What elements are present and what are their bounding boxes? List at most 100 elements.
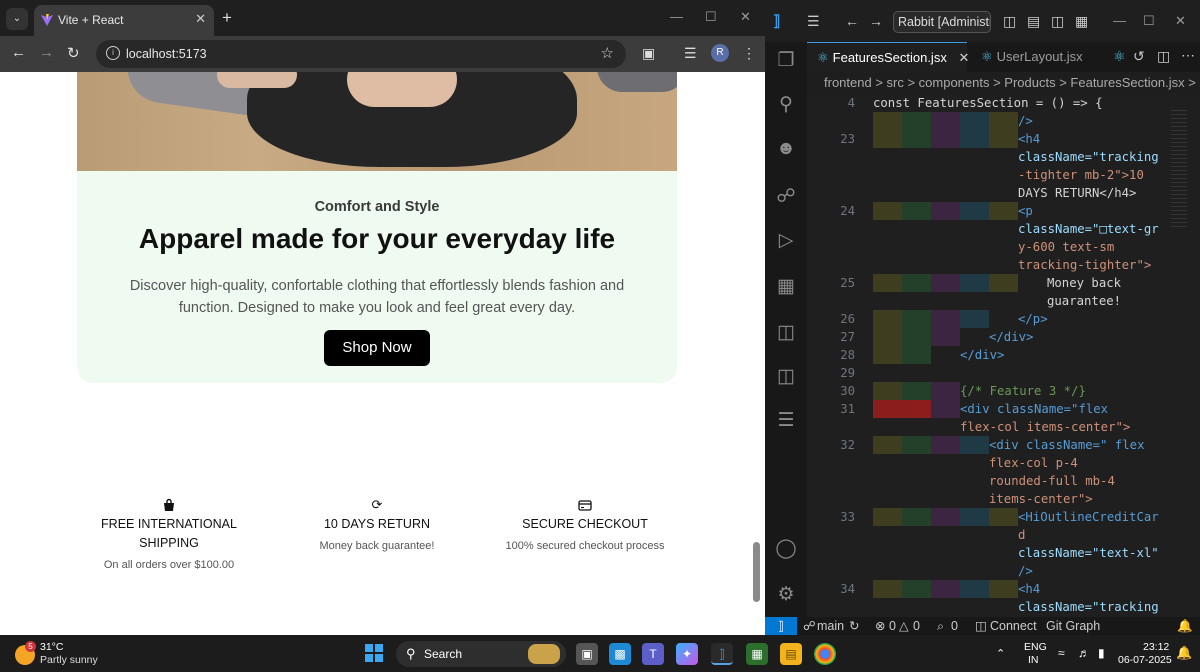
new-tab-icon[interactable]: +	[222, 8, 232, 28]
code-line[interactable]: tracking-tighter">	[807, 256, 1200, 274]
copilot-icon[interactable]: ✦	[676, 643, 698, 665]
close-window-icon[interactable]: ✕	[1175, 13, 1186, 29]
customize-layout-icon[interactable]: ▦	[1075, 13, 1088, 30]
forward-icon[interactable]: →	[869, 13, 883, 29]
shop-now-button[interactable]: Shop Now	[324, 330, 430, 366]
browser-tab[interactable]: Vite + React ✕	[34, 5, 214, 36]
code-line[interactable]: items-center">	[807, 490, 1200, 508]
database-icon[interactable]: ◫	[773, 320, 799, 346]
code-editor[interactable]: 4 const FeaturesSection = () => { /> 23 <h…	[807, 94, 1200, 617]
clock-time[interactable]: 23:12	[1143, 641, 1169, 653]
branch-name[interactable]: main	[817, 617, 844, 635]
weather-text[interactable]: Partly sunny	[40, 654, 98, 666]
desktop-icon[interactable]: ▩	[609, 643, 631, 665]
code-line[interactable]: className="tracking	[807, 598, 1200, 616]
language[interactable]: ENG	[1024, 641, 1047, 653]
url-text[interactable]: localhost:5173	[126, 47, 207, 61]
volume-icon[interactable]: ♬	[1078, 646, 1090, 660]
warning-count[interactable]: 0	[913, 617, 920, 635]
settings-gear-icon[interactable]: ⚙	[773, 582, 799, 608]
bookmark-star-icon[interactable]: ☆	[601, 44, 614, 62]
reload-icon[interactable]: ↻	[67, 44, 80, 62]
code-line[interactable]: 23 <h4	[807, 130, 1200, 148]
hamburger-menu-icon[interactable]: ☰	[807, 13, 820, 30]
code-line[interactable]: 32 <div className=" flex	[807, 436, 1200, 454]
code-line[interactable]: flex-col p-4	[807, 454, 1200, 472]
ports-count[interactable]: 0	[951, 617, 958, 635]
notifications-icon[interactable]: 🔔	[1176, 645, 1192, 661]
close-window-icon[interactable]: ✕	[740, 9, 751, 25]
region[interactable]: IN	[1028, 654, 1039, 666]
code-line[interactable]: y-600 text-sm	[807, 238, 1200, 256]
code-line[interactable]: 28 </div>	[807, 346, 1200, 364]
connect-button[interactable]: Connect	[990, 617, 1037, 635]
layers-icon[interactable]: ☰	[773, 408, 799, 434]
account-icon[interactable]: ◯	[773, 536, 799, 562]
code-line[interactable]: className="tracking	[807, 148, 1200, 166]
profile-avatar[interactable]: R	[711, 44, 729, 62]
toggle-sidebar-icon[interactable]: ◫	[1003, 13, 1016, 30]
command-center[interactable]: Rabbit [Administra	[893, 11, 991, 33]
battery-icon[interactable]: ▮	[1098, 646, 1105, 660]
copilot-icon[interactable]: ☻	[773, 136, 799, 162]
extensions-icon[interactable]: ▦	[773, 274, 799, 300]
code-line[interactable]: rounded-full mb-4	[807, 472, 1200, 490]
code-line[interactable]: 34 <h4	[807, 580, 1200, 598]
page-scrollbar[interactable]	[753, 542, 760, 602]
maximize-icon[interactable]: ☐	[705, 9, 717, 25]
tab-search-icon[interactable]: ⌄	[6, 8, 28, 30]
code-line[interactable]: flex-col items-center">	[807, 418, 1200, 436]
close-tab-icon[interactable]: ✕	[195, 11, 206, 27]
tray-overflow-icon[interactable]: ⌃	[996, 647, 1005, 660]
start-icon[interactable]	[365, 644, 383, 662]
code-line[interactable]: guarantee!	[807, 292, 1200, 310]
git-graph-button[interactable]: Git Graph	[1046, 617, 1100, 635]
error-count[interactable]: 0	[889, 617, 896, 635]
code-line[interactable]: DAYS RETURN</h4>	[807, 184, 1200, 202]
teams-icon[interactable]: T	[642, 643, 664, 665]
code-line[interactable]: className="□text-gr	[807, 220, 1200, 238]
code-line[interactable]: />	[807, 112, 1200, 130]
search-icon[interactable]: ⚲	[773, 92, 799, 118]
code-line[interactable]: -tighter mb-2">10	[807, 166, 1200, 184]
store-icon[interactable]: ▦	[746, 643, 768, 665]
split-editor-icon[interactable]: ◫	[1157, 48, 1170, 65]
sync-icon[interactable]: ↻	[849, 617, 859, 635]
vscode-icon[interactable]: ⟧	[711, 643, 733, 665]
task-view-icon[interactable]: ▣	[576, 643, 598, 665]
back-icon[interactable]: ←	[845, 13, 859, 29]
toggle-panel-icon[interactable]: ▤	[1027, 13, 1040, 30]
code-line[interactable]: />	[807, 562, 1200, 580]
code-line[interactable]: 33 <HiOutlineCreditCar	[807, 508, 1200, 526]
minimize-icon[interactable]: —	[670, 9, 683, 24]
code-line[interactable]: 25 Money back	[807, 274, 1200, 292]
run-debug-icon[interactable]: ▷	[773, 228, 799, 254]
remote-icon[interactable]: ⟧	[765, 617, 797, 635]
temperature[interactable]: 31°C	[40, 641, 63, 653]
extensions-icon[interactable]: ▣	[642, 45, 655, 62]
back-icon[interactable]: ←	[11, 44, 26, 61]
react-file-icon[interactable]: ⚛	[1113, 48, 1126, 65]
timeline-icon[interactable]: ↺	[1133, 48, 1145, 65]
explorer-icon[interactable]: ❐	[773, 48, 799, 74]
source-control-icon[interactable]: ☍	[773, 184, 799, 210]
forward-icon[interactable]: →	[39, 44, 54, 61]
file-explorer-icon[interactable]: ▤	[780, 643, 802, 665]
code-line[interactable]: 30 {/* Feature 3 */}	[807, 382, 1200, 400]
breadcrumb[interactable]: frontend > src > components > Products >…	[807, 72, 1200, 94]
minimize-icon[interactable]: —	[1113, 13, 1126, 28]
clock-date[interactable]: 06-07-2025	[1118, 654, 1172, 666]
code-line[interactable]: 31 <div className="flex	[807, 400, 1200, 418]
wifi-icon[interactable]: ≈	[1058, 646, 1065, 660]
database-explorer-icon[interactable]: ◫	[773, 364, 799, 390]
code-line[interactable]: 29	[807, 364, 1200, 382]
more-menu-icon[interactable]: ⋮	[742, 45, 756, 62]
more-actions-icon[interactable]: ⋯	[1181, 47, 1195, 64]
address-bar[interactable]: i localhost:5173 ☆	[96, 40, 626, 68]
taskbar-search[interactable]: ⚲ Search	[396, 641, 566, 667]
maximize-icon[interactable]: ☐	[1143, 13, 1155, 29]
code-line[interactable]: 24 <p	[807, 202, 1200, 220]
tab-user-layout[interactable]: ⚛ UserLayout.jsx	[967, 42, 1107, 72]
code-line[interactable]: 27 </div>	[807, 328, 1200, 346]
tab-features-section[interactable]: ⚛ FeaturesSection.jsx ✕	[807, 42, 969, 72]
